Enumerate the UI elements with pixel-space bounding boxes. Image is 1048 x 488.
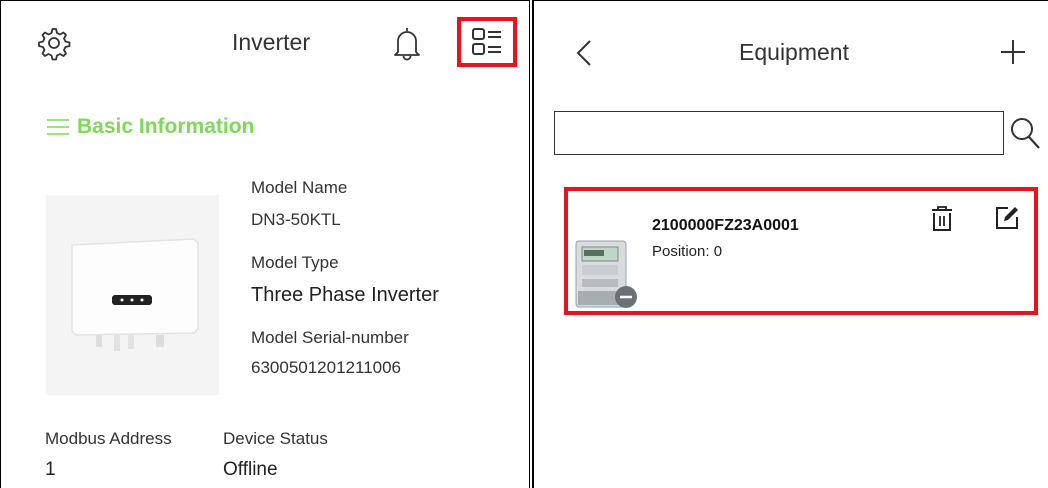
- menu-lines-icon: [47, 119, 69, 135]
- back-chevron-icon[interactable]: [574, 37, 596, 69]
- inverter-panel: Inverter Basic Information Model Name DN…: [0, 0, 529, 488]
- list-menu-button[interactable]: [457, 17, 517, 67]
- meter-image: [575, 240, 637, 308]
- edit-icon[interactable]: [994, 205, 1020, 231]
- inverter-image: [46, 195, 219, 395]
- list-menu-icon: [472, 28, 501, 55]
- device-status-label: Device Status: [223, 429, 328, 448]
- bell-icon[interactable]: [391, 25, 423, 61]
- gear-icon[interactable]: [35, 25, 71, 61]
- model-type-label: Model Type: [251, 253, 339, 272]
- serial-value: 6300501201211006: [251, 358, 402, 377]
- model-name-label: Model Name: [251, 178, 348, 197]
- modbus-address-value: 1: [45, 459, 56, 480]
- page-title: Inverter: [232, 29, 310, 55]
- equipment-list-item[interactable]: 2100000FZ23A0001 Position: 0: [564, 187, 1038, 315]
- device-status-value: Offline: [223, 459, 278, 480]
- section-header: Basic Information: [47, 115, 254, 139]
- plus-icon[interactable]: [998, 37, 1028, 67]
- equipment-id: 2100000FZ23A0001: [652, 217, 799, 234]
- equipment-position: Position: 0: [652, 243, 723, 260]
- model-type-value: Three Phase Inverter: [251, 284, 439, 306]
- section-title: Basic Information: [77, 115, 255, 138]
- trash-icon[interactable]: [930, 205, 954, 233]
- modbus-address-label: Modbus Address: [45, 429, 172, 448]
- equipment-panel: Equipment 2100000FZ23A0001 Position: 0: [533, 0, 1048, 488]
- page-title: Equipment: [739, 39, 849, 65]
- serial-label: Model Serial-number: [251, 328, 409, 347]
- search-icon[interactable]: [1008, 115, 1042, 151]
- model-name-value: DN3-50KTL: [251, 210, 341, 229]
- search-input[interactable]: [554, 111, 1004, 155]
